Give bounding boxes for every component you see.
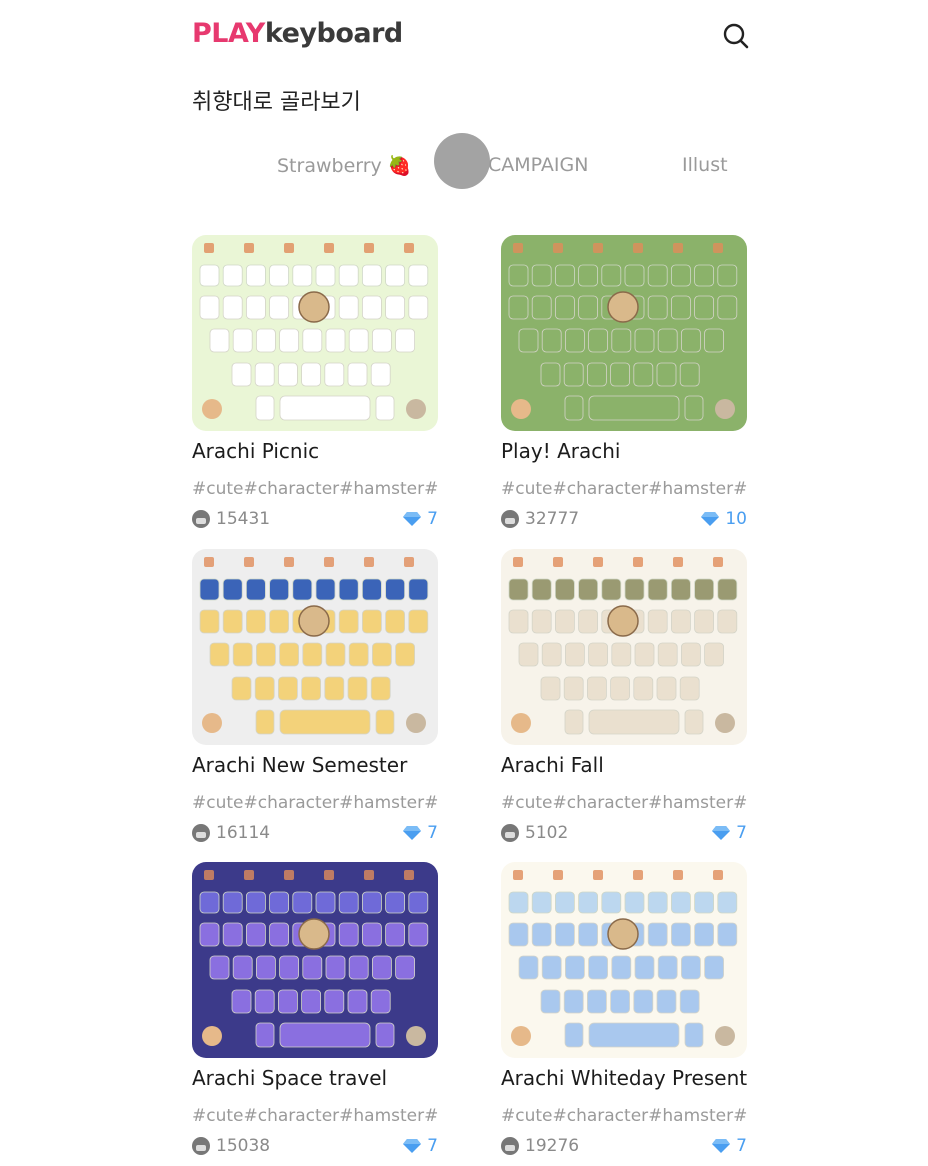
theme-tags: #cute#character#hamster#…	[192, 479, 438, 499]
theme-tags: #cute#character#hamster#…	[192, 1106, 438, 1126]
diamond-icon	[403, 512, 422, 526]
tab-campaign[interactable]: CAMPAIGN	[488, 154, 588, 176]
theme-name[interactable]: Arachi New Semester	[192, 753, 407, 777]
keyboard-theme-thumbnail[interactable]	[192, 862, 438, 1058]
theme-name[interactable]: Arachi Fall	[501, 753, 604, 777]
app-header: PLAYkeyboard	[192, 18, 752, 54]
download-icon	[501, 824, 519, 842]
download-count: 15431	[192, 509, 270, 529]
theme-name[interactable]: Arachi Space travel	[192, 1066, 387, 1090]
theme-stats: 15431 7	[192, 509, 438, 531]
download-count: 16114	[192, 823, 270, 843]
search-icon[interactable]	[722, 22, 750, 50]
download-icon	[192, 824, 210, 842]
keyboard-theme-thumbnail[interactable]	[501, 862, 747, 1058]
download-count: 5102	[501, 823, 568, 843]
price-value: 7	[427, 823, 438, 843]
keyboard-theme-thumbnail[interactable]	[192, 235, 438, 431]
price: 7	[403, 1136, 438, 1156]
logo-play-text: PLAY	[192, 18, 265, 49]
playkeyboard-logo[interactable]: PLAYkeyboard	[192, 18, 403, 49]
diamond-icon	[712, 1139, 731, 1153]
theme-tags: #cute#character#hamster#…	[501, 1106, 747, 1126]
download-icon	[192, 1137, 210, 1155]
keyboard-theme-thumbnail[interactable]	[501, 549, 747, 745]
price: 7	[403, 509, 438, 529]
download-count-value: 32777	[525, 509, 580, 529]
download-count-value: 5102	[525, 823, 569, 843]
download-count-value: 15038	[216, 1136, 271, 1156]
download-count-value: 16114	[216, 823, 271, 843]
theme-stats: 16114 7	[192, 823, 438, 845]
keyboard-theme-thumbnail[interactable]	[192, 549, 438, 745]
price-value: 7	[736, 1136, 747, 1156]
diamond-icon	[712, 826, 731, 840]
diamond-icon	[403, 1139, 422, 1153]
download-icon	[501, 1137, 519, 1155]
section-title: 취향대로 골라보기	[192, 90, 361, 115]
diamond-icon	[403, 826, 422, 840]
theme-stats: 32777 10	[501, 509, 747, 531]
download-count-value: 15431	[216, 509, 271, 529]
download-count: 19276	[501, 1136, 579, 1156]
theme-tags: #cute#character#hamster#…	[192, 793, 438, 813]
price: 10	[701, 509, 747, 529]
tab-strawberry[interactable]: Strawberry 🍓	[277, 154, 411, 177]
theme-stats: 5102 7	[501, 823, 747, 845]
price-value: 7	[427, 509, 438, 529]
price-value: 7	[427, 1136, 438, 1156]
price: 7	[712, 1136, 747, 1156]
download-count: 32777	[501, 509, 579, 529]
price-value: 7	[736, 823, 747, 843]
price: 7	[712, 823, 747, 843]
theme-stats: 15038 7	[192, 1136, 438, 1158]
tab-illust[interactable]: Illust	[682, 154, 728, 176]
theme-tags: #cute#character#hamster#…	[501, 793, 747, 813]
keyboard-theme-thumbnail[interactable]	[501, 235, 747, 431]
download-count: 15038	[192, 1136, 270, 1156]
download-count-value: 19276	[525, 1136, 580, 1156]
price-value: 10	[725, 509, 747, 529]
download-icon	[501, 510, 519, 528]
touch-indicator	[434, 133, 490, 189]
theme-stats: 19276 7	[501, 1136, 747, 1158]
download-icon	[192, 510, 210, 528]
theme-name[interactable]: Arachi Whiteday Present	[501, 1066, 747, 1090]
price: 7	[403, 823, 438, 843]
diamond-icon	[701, 512, 720, 526]
theme-name[interactable]: Arachi Picnic	[192, 439, 319, 463]
theme-tags: #cute#character#hamster#…	[501, 479, 747, 499]
logo-keyboard-text: keyboard	[264, 18, 403, 49]
theme-name[interactable]: Play! Arachi	[501, 439, 620, 463]
